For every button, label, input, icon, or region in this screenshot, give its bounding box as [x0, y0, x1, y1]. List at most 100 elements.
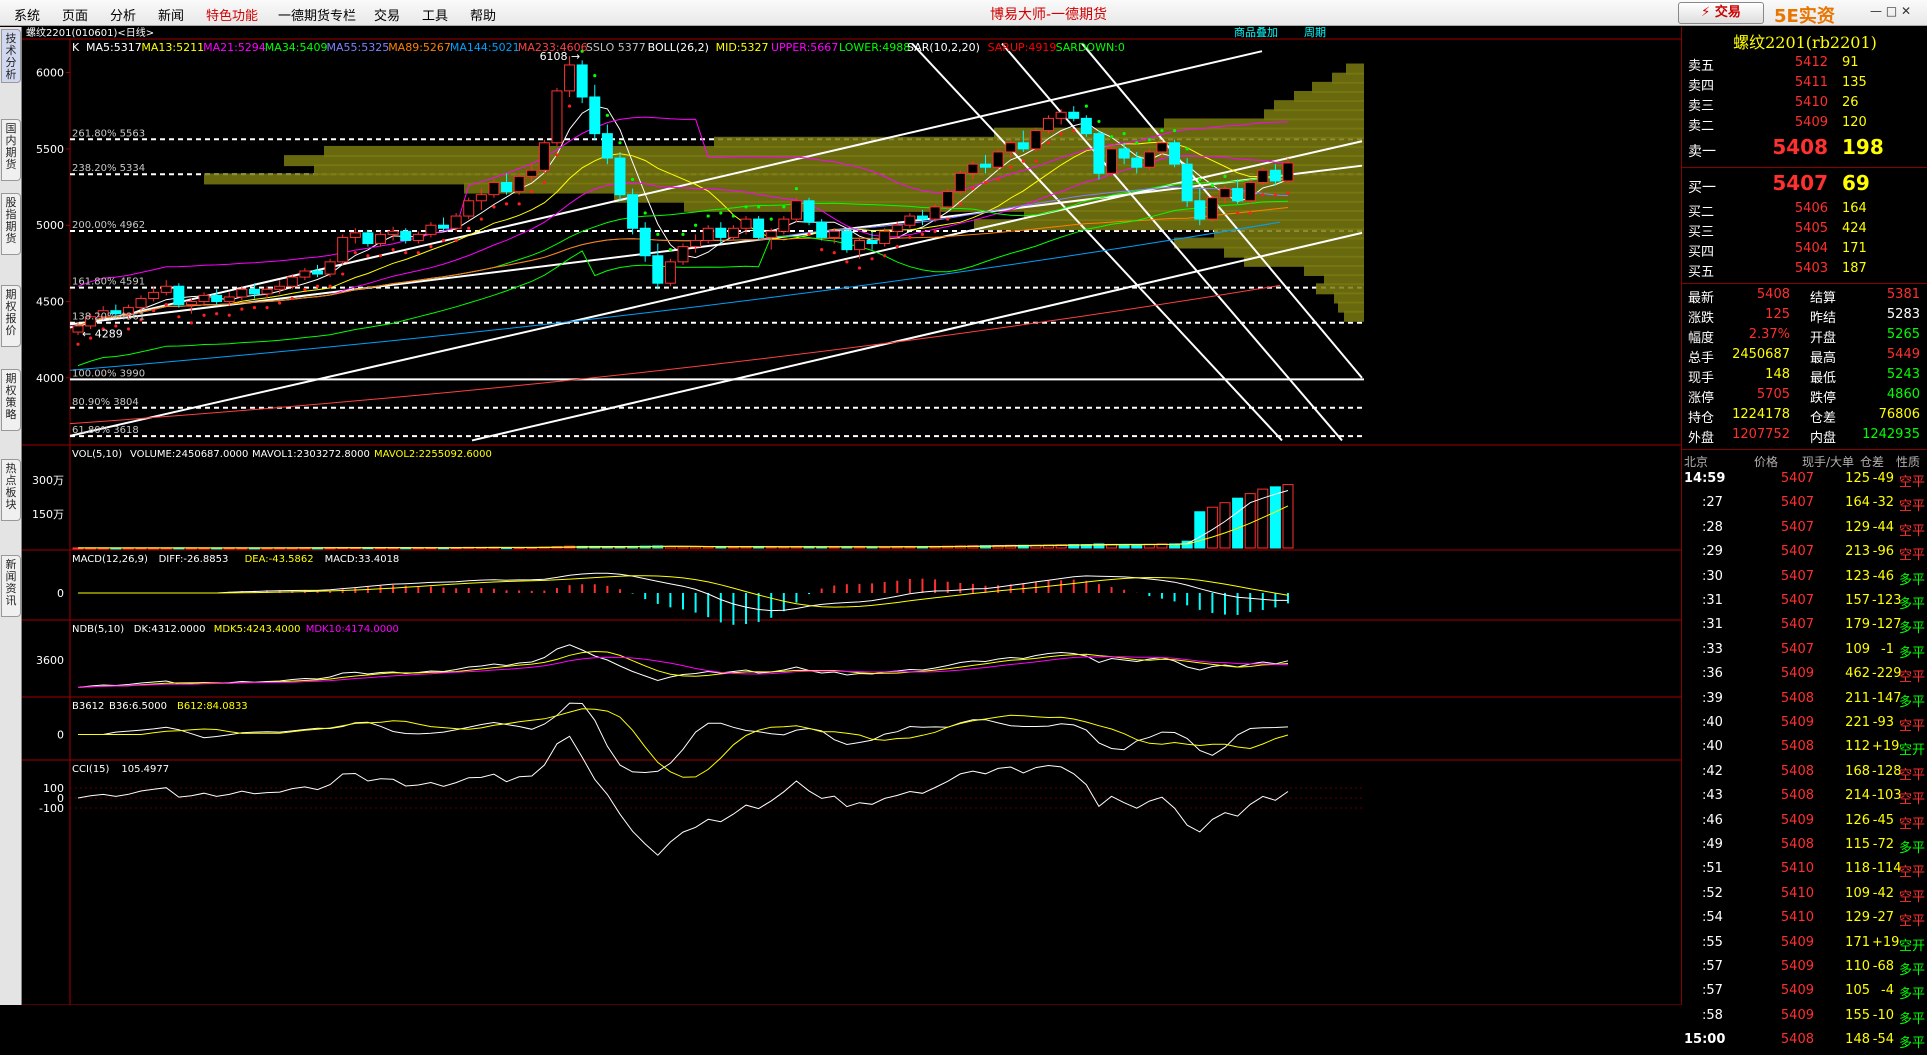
menu-system[interactable]: 系统 — [14, 5, 40, 24]
sar-dot — [668, 248, 672, 252]
candle-body — [337, 236, 349, 263]
candle-body — [1143, 151, 1155, 168]
sar-dot — [152, 309, 156, 313]
tick-oi-change: -229 — [1872, 666, 1902, 682]
menu-analysis[interactable]: 分析 — [110, 5, 136, 24]
tick-oi-change: -114 — [1872, 861, 1902, 877]
tick-time: :29 — [1702, 544, 1723, 560]
candle-body — [211, 294, 223, 303]
ask-price: 5410 — [1794, 95, 1828, 110]
sar-dot — [429, 244, 433, 249]
tick-nature: 空平 — [1899, 865, 1926, 881]
tick-volume: 171 — [1845, 934, 1870, 950]
stat-row: 涨跌 125 昨结 5283 — [1682, 307, 1927, 327]
side-tab-options-strategy[interactable]: 期权策略 — [1, 369, 21, 431]
sar-dot — [315, 284, 320, 288]
bid-volume: 164 — [1842, 201, 1867, 216]
trade-button[interactable]: ⚡ 交易 — [1678, 2, 1764, 24]
menu-help[interactable]: 帮助 — [470, 5, 496, 24]
stat-value: 148 — [1765, 367, 1790, 382]
indicator-value: SARDOWN:0 — [1056, 41, 1125, 54]
indicator-value: MA21:5294 — [203, 41, 266, 54]
tick-row: :42 5408 168 -128 空平 — [1682, 764, 1927, 787]
tick-price: 5409 — [1780, 812, 1814, 828]
tick-time: :36 — [1702, 666, 1723, 682]
candle-body — [299, 270, 311, 278]
side-tab-options-quote[interactable]: 期权报价 — [1, 285, 21, 347]
chart-area[interactable]: 螺纹2201(010601)<日线> 商品叠加 周期 6000 5500 5000 4500… — [22, 27, 1681, 1005]
candle-body — [916, 215, 928, 220]
tick-price: 5407 — [1780, 495, 1814, 511]
tick-nature: 空平 — [1899, 767, 1926, 783]
indicator-value: MAVOL2:2255092.6000 — [374, 449, 492, 460]
ask-row: 卖三 5410 26 — [1682, 95, 1927, 115]
candle-body — [1181, 163, 1193, 202]
sar-dot — [1021, 159, 1025, 163]
tick-volume: 211 — [1845, 690, 1870, 706]
tick-volume: 118 — [1845, 861, 1870, 877]
candle-body — [375, 233, 386, 245]
tick-price: 5409 — [1780, 959, 1814, 974]
sar-dot — [794, 186, 799, 191]
tick-nature: 空平 — [1899, 475, 1926, 490]
stat-label: 持仓 — [1688, 411, 1715, 426]
side-tab-index-futures[interactable]: 股指期货 — [1, 193, 21, 255]
menu-features[interactable]: 特色功能 — [206, 5, 258, 24]
menu-yide-column[interactable]: 一德期货专栏 — [278, 5, 356, 24]
menu-tools[interactable]: 工具 — [422, 5, 448, 24]
sar-dot — [1034, 159, 1038, 163]
sar-dot — [353, 251, 357, 255]
window-controls[interactable]: — □ ✕ — [1870, 4, 1911, 18]
bid-label: 买四 — [1688, 245, 1715, 260]
indicator-value: B36:6.5000 — [109, 701, 167, 712]
menu-news[interactable]: 新闻 — [158, 5, 184, 24]
sar-dot — [404, 251, 408, 255]
candle-body — [1106, 148, 1118, 174]
ts-header-label: 性质 — [1896, 455, 1921, 469]
menu-trade[interactable]: 交易 — [374, 5, 400, 24]
sar-dot — [240, 307, 244, 311]
bid-price: 5403 — [1794, 261, 1828, 276]
tick-time: :54 — [1702, 910, 1723, 926]
candle-body — [601, 133, 613, 159]
sar-dot — [290, 296, 294, 301]
tick-oi-change: +19 — [1872, 934, 1900, 950]
candle-body — [841, 230, 853, 251]
indicator-value: UPPER:5667 — [771, 41, 838, 54]
bid-row: 买四 5404 171 — [1682, 241, 1927, 261]
candle-body — [463, 200, 475, 217]
ask-price: 5409 — [1794, 115, 1828, 130]
tick-time: 14:59 — [1684, 471, 1726, 486]
candle-body — [778, 218, 790, 232]
sar-dot — [328, 284, 332, 288]
side-tab-bar: 技术分析 国内期货 股指期货 期权报价 期权策略 热点板块 新闻资讯 — [0, 27, 22, 1005]
bid-row: 买三 5405 424 — [1682, 221, 1927, 241]
side-tab-technical[interactable]: 技术分析 — [1, 29, 21, 83]
tick-price: 5408 — [1780, 739, 1814, 755]
sar-dot — [845, 260, 849, 264]
side-tab-news[interactable]: 新闻资讯 — [1, 555, 21, 617]
candle-body — [740, 218, 752, 229]
stat-label: 昨结 — [1810, 311, 1837, 326]
sar-dot — [202, 313, 206, 317]
candle-body — [1030, 130, 1042, 150]
side-tab-domestic-futures[interactable]: 国内期货 — [1, 119, 21, 181]
tick-price: 5408 — [1780, 763, 1814, 779]
sar-dot — [1059, 132, 1063, 136]
quote-title: 螺纹2201(rb2201) — [1733, 33, 1877, 52]
side-tab-hot-sectors[interactable]: 热点板块 — [1, 459, 21, 521]
tick-oi-change: -44 — [1872, 519, 1894, 535]
menu-page[interactable]: 页面 — [62, 5, 88, 24]
sar-dot — [1084, 104, 1088, 108]
stat-value: 125 — [1765, 307, 1790, 322]
tick-row: :58 5409 155 -10 多平 — [1682, 1008, 1927, 1031]
tick-price: 5407 — [1780, 617, 1814, 633]
tick-row: :40 5408 112 +19 空开 — [1682, 739, 1927, 762]
candle-body — [198, 294, 210, 303]
sar-dot — [391, 248, 395, 252]
tick-oi-change: -147 — [1872, 690, 1902, 706]
tick-nature: 多平 — [1899, 1036, 1926, 1052]
stat-label: 涨跌 — [1688, 311, 1715, 326]
tick-oi-change: -49 — [1872, 471, 1894, 486]
candle-body — [1232, 188, 1244, 202]
